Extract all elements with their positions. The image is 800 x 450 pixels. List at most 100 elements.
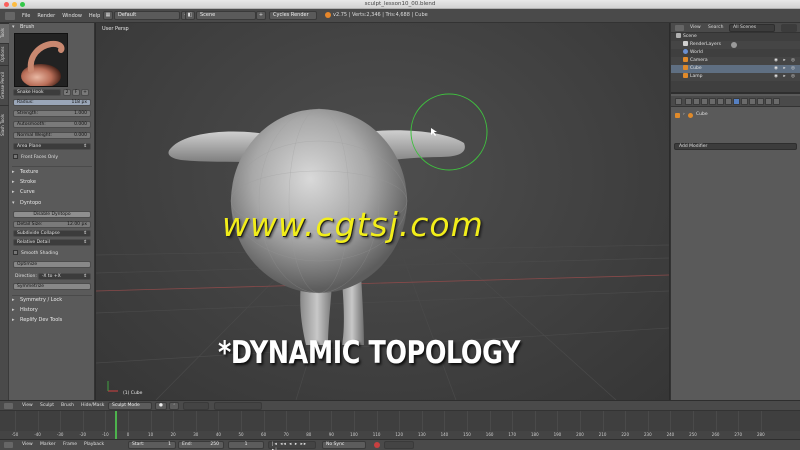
timeline-tick-label: 150 [463, 432, 471, 437]
menu-file[interactable]: File [22, 13, 30, 19]
constraints-tab-icon[interactable] [725, 98, 732, 105]
section-history[interactable]: ▸ History [12, 306, 92, 315]
menu-help[interactable]: Help [89, 13, 100, 19]
outliner-row-camera[interactable]: Camera ◉ ▸ ◎ [671, 57, 800, 65]
menu-hide-mask[interactable]: Hide/Mask [81, 403, 104, 408]
playhead[interactable] [115, 411, 117, 439]
texture-tab-icon[interactable] [757, 98, 764, 105]
timeline-menu-playback[interactable]: Playback [84, 442, 104, 447]
outliner-menu-search[interactable]: Search [708, 25, 723, 30]
render-tab-icon[interactable] [685, 98, 692, 105]
object-tab-icon[interactable] [717, 98, 724, 105]
keying-set-select[interactable] [384, 441, 414, 449]
section-texture[interactable]: ▸ Texture [12, 168, 92, 177]
outliner-menu-view[interactable]: View [690, 25, 701, 30]
screen-layout-icon[interactable]: ▦ [103, 11, 113, 20]
add-scene-button[interactable]: + [256, 11, 266, 20]
3d-viewport[interactable]: User Persp www.cgtsj.com *DYNAMIC TOPOLO… [96, 23, 669, 400]
outliner-row-renderlayers[interactable]: RenderLayers [671, 41, 800, 49]
screen-layout-select[interactable]: Default [114, 11, 180, 20]
scene-tab-icon[interactable] [701, 98, 708, 105]
brush-preview[interactable] [14, 33, 68, 87]
detail-size-field[interactable]: Detail Size: 12.00 px [13, 221, 91, 228]
current-frame-field[interactable]: 1 [228, 441, 264, 449]
editor-type-icon[interactable] [4, 442, 13, 448]
outliner-filter-select[interactable]: All Scenes [729, 24, 775, 32]
visibility-icons[interactable]: ◉ ▸ ◎ [774, 57, 797, 65]
autosmooth-field[interactable]: Autosmooth: 0.000 [13, 121, 91, 128]
tab-slash-tools[interactable]: Slash Tools [0, 105, 9, 145]
shading-select[interactable]: ● [155, 402, 167, 410]
optimize-button[interactable]: Optimize [13, 261, 91, 268]
outliner-search-input[interactable] [781, 24, 797, 32]
menu-brush[interactable]: Brush [61, 403, 74, 408]
pivot-select[interactable]: ◦ [169, 402, 179, 410]
expand-arrow-icon: ▸ [12, 297, 15, 303]
section-curve[interactable]: ▸ Curve [12, 188, 92, 197]
area-plane-select[interactable]: Area Plane ⇕ [13, 143, 91, 150]
timeline[interactable]: -50 -40 -30 -20 -10 0 10 20 30 40 50 60 70 80 90 100 110… [0, 411, 800, 439]
editor-type-icon[interactable] [675, 25, 684, 31]
menu-view[interactable]: View [22, 403, 33, 408]
modifiers-tab-icon[interactable] [733, 98, 740, 105]
detail-method-select[interactable]: Subdivide Collapse ⇕ [13, 230, 91, 237]
outliner-row-scene[interactable]: Scene [671, 33, 800, 41]
editor-type-icon[interactable] [675, 98, 682, 105]
brush-name-field[interactable]: Snake Hook [13, 89, 61, 96]
tab-options[interactable]: Options [0, 43, 9, 65]
section-replify-dev-tools[interactable]: ▸ Replify Dev Tools [12, 316, 92, 325]
editor-type-icon[interactable] [4, 403, 13, 409]
timeline-menu-frame[interactable]: Frame [63, 442, 77, 447]
layers-grid[interactable] [183, 402, 209, 410]
visibility-icons[interactable]: ◉ ▸ ◎ [774, 65, 797, 73]
brush-fake-user-button[interactable]: F [72, 89, 80, 96]
tab-tools[interactable]: Tools [0, 23, 9, 43]
normal-weight-field[interactable]: Normal Weight: 0.000 [13, 132, 91, 139]
strength-field[interactable]: Strength: 1.000 [13, 110, 91, 117]
smooth-shading-checkbox[interactable]: Smooth Shading [13, 250, 91, 258]
timeline-gridline [263, 411, 265, 431]
physics-tab-icon[interactable] [773, 98, 780, 105]
menu-window[interactable]: Window [62, 13, 82, 19]
end-frame-field[interactable]: End: 250 [178, 441, 224, 449]
viewport-toggles[interactable] [214, 402, 262, 410]
window-titlebar: sculpt_lesson10_00.blend [0, 0, 800, 9]
section-brush[interactable]: ▾ Brush [12, 23, 92, 32]
outliner-row-lamp[interactable]: Lamp ◉ ▸ ◎ [671, 73, 800, 81]
menu-sculpt[interactable]: Sculpt [40, 403, 54, 408]
radius-field[interactable]: Radius: 118 px [13, 99, 91, 106]
section-stroke[interactable]: ▸ Stroke [12, 178, 92, 187]
new-brush-button[interactable]: + [81, 89, 89, 96]
scene-icon[interactable]: ◧ [185, 11, 195, 20]
timeline-menu-marker[interactable]: Marker [40, 442, 56, 447]
material-tab-icon[interactable] [749, 98, 756, 105]
tab-grease-pencil[interactable]: Grease Pencil [0, 65, 9, 105]
render-layers-tab-icon[interactable] [693, 98, 700, 105]
detail-type-select[interactable]: Relative Detail ⇕ [13, 239, 91, 246]
record-icon[interactable] [374, 442, 380, 448]
direction-select[interactable]: -X to +X ⇕ [38, 273, 91, 280]
disable-dyntopo-button[interactable]: Disable Dyntopo [13, 211, 91, 218]
playback-controls[interactable]: |◂ ◂◂ ◂ ▸ ▸▸ ▸| [268, 441, 316, 450]
outliner-row-world[interactable]: World [671, 49, 800, 57]
mode-select[interactable]: Sculpt Mode [108, 402, 152, 410]
timeline-tick-label: 250 [689, 432, 697, 437]
data-tab-icon[interactable] [741, 98, 748, 105]
symmetrize-button[interactable]: Symmetrize [13, 283, 91, 290]
sync-select[interactable]: No Sync [322, 441, 366, 449]
visibility-icons[interactable]: ◉ ▸ ◎ [774, 73, 797, 81]
add-modifier-select[interactable]: Add Modifier [674, 143, 797, 150]
section-symmetry-lock[interactable]: ▸ Symmetry / Lock [12, 296, 92, 305]
menu-render[interactable]: Render [37, 13, 55, 19]
brush-users-count[interactable]: 2 [63, 89, 71, 96]
particles-tab-icon[interactable] [765, 98, 772, 105]
section-dyntopo[interactable]: ▾ Dyntopo [12, 199, 92, 208]
outliner-row-cube[interactable]: Cube ◉ ▸ ◎ [671, 65, 800, 73]
render-engine-select[interactable]: Cycles Render [269, 11, 317, 20]
scene-select[interactable]: Scene [196, 11, 256, 20]
world-tab-icon[interactable] [709, 98, 716, 105]
start-frame-field[interactable]: Start: 1 [128, 441, 176, 449]
front-faces-only-checkbox[interactable]: Front Faces Only [13, 154, 91, 162]
timeline-menu-view[interactable]: View [22, 442, 33, 447]
editor-type-icon[interactable] [5, 11, 15, 20]
